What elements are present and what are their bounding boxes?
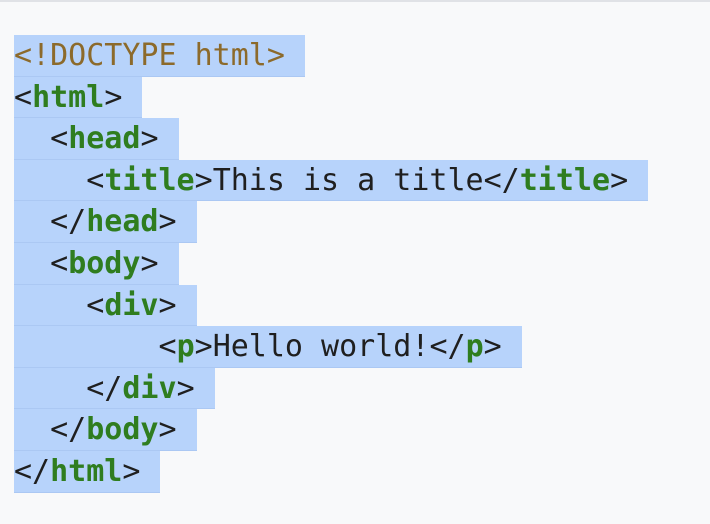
tag-open-bracket: < <box>14 79 33 115</box>
closing-tag-close-bracket: > <box>483 329 502 365</box>
selected-text[interactable]: </body> <box>14 409 197 451</box>
tag-name: body <box>68 245 141 281</box>
code-line-2: <html> <box>14 76 648 119</box>
selected-text[interactable]: <html> <box>14 76 143 119</box>
selected-text[interactable]: <p>Hello world!</p> <box>14 326 522 368</box>
code-panel: <!DOCTYPE html> <html> <head> <title>This… <box>0 0 710 524</box>
tag-name: div <box>104 287 159 323</box>
tag-open-bracket: </ <box>50 412 87 448</box>
code-line-8: <p>Hello world!</p> <box>14 326 648 368</box>
code-line-4: <title>This is a title</title> <box>14 159 649 202</box>
code-line-3: <head> <box>14 118 648 160</box>
doctype-declaration: <!DOCTYPE html> <box>14 38 285 73</box>
selected-text[interactable]: </html> <box>14 450 161 493</box>
tag-open-bracket: < <box>158 329 177 365</box>
tag-open-bracket: < <box>50 121 69 157</box>
code-line-9: </div> <box>14 367 648 410</box>
selected-text[interactable]: </div> <box>14 367 215 410</box>
element-text: This is a title <box>212 162 484 198</box>
tag-name: html <box>32 79 105 115</box>
tag-close-bracket: > <box>140 245 159 281</box>
tag-close-bracket: > <box>158 412 177 448</box>
closing-tag-open-bracket: </ <box>429 329 466 365</box>
closing-tag-open-bracket: </ <box>483 162 520 198</box>
code-block[interactable]: <!DOCTYPE html> <html> <head> <title>This… <box>14 35 649 493</box>
tag-close-bracket: > <box>122 453 141 489</box>
tag-open-bracket: < <box>86 287 105 323</box>
tag-close-bracket: > <box>158 204 177 240</box>
tag-open-bracket: < <box>50 245 69 281</box>
element-text: Hello world! <box>212 329 430 365</box>
tag-name: html <box>50 453 123 489</box>
selected-text[interactable]: <body> <box>14 242 179 285</box>
selected-text[interactable]: <div> <box>14 284 197 327</box>
code-line-5: </head> <box>14 201 648 243</box>
tag-name: title <box>104 162 195 198</box>
tag-close-bracket: > <box>104 79 123 115</box>
selected-text[interactable]: <title>This is a title</title> <box>14 159 649 202</box>
tag-close-bracket: > <box>158 287 177 323</box>
tag-open-bracket: < <box>86 162 105 198</box>
tag-open-bracket: </ <box>50 204 87 240</box>
closing-tag-name: p <box>465 329 484 365</box>
tag-name: p <box>176 329 195 365</box>
tag-open-bracket: </ <box>14 453 51 489</box>
selected-text[interactable]: <head> <box>14 118 179 160</box>
selected-text[interactable]: </head> <box>14 201 197 243</box>
tag-open-bracket: </ <box>86 370 123 406</box>
code-line-1: <!DOCTYPE html> <box>14 35 648 77</box>
closing-tag-close-bracket: > <box>610 162 629 198</box>
tag-close-bracket: > <box>140 121 159 157</box>
tag-close-bracket: > <box>176 370 195 406</box>
tag-close-bracket: > <box>194 162 213 198</box>
tag-name: body <box>86 412 159 448</box>
tag-close-bracket: > <box>194 329 213 365</box>
tag-name: head <box>86 204 159 240</box>
tag-name: div <box>122 370 177 406</box>
code-line-10: </body> <box>14 409 648 451</box>
selected-text[interactable]: <!DOCTYPE html> <box>14 35 305 77</box>
tag-name: head <box>68 121 141 157</box>
code-line-6: <body> <box>14 242 648 285</box>
closing-tag-name: title <box>519 162 611 198</box>
code-line-11: </html> <box>14 450 648 493</box>
code-line-7: <div> <box>14 284 648 327</box>
